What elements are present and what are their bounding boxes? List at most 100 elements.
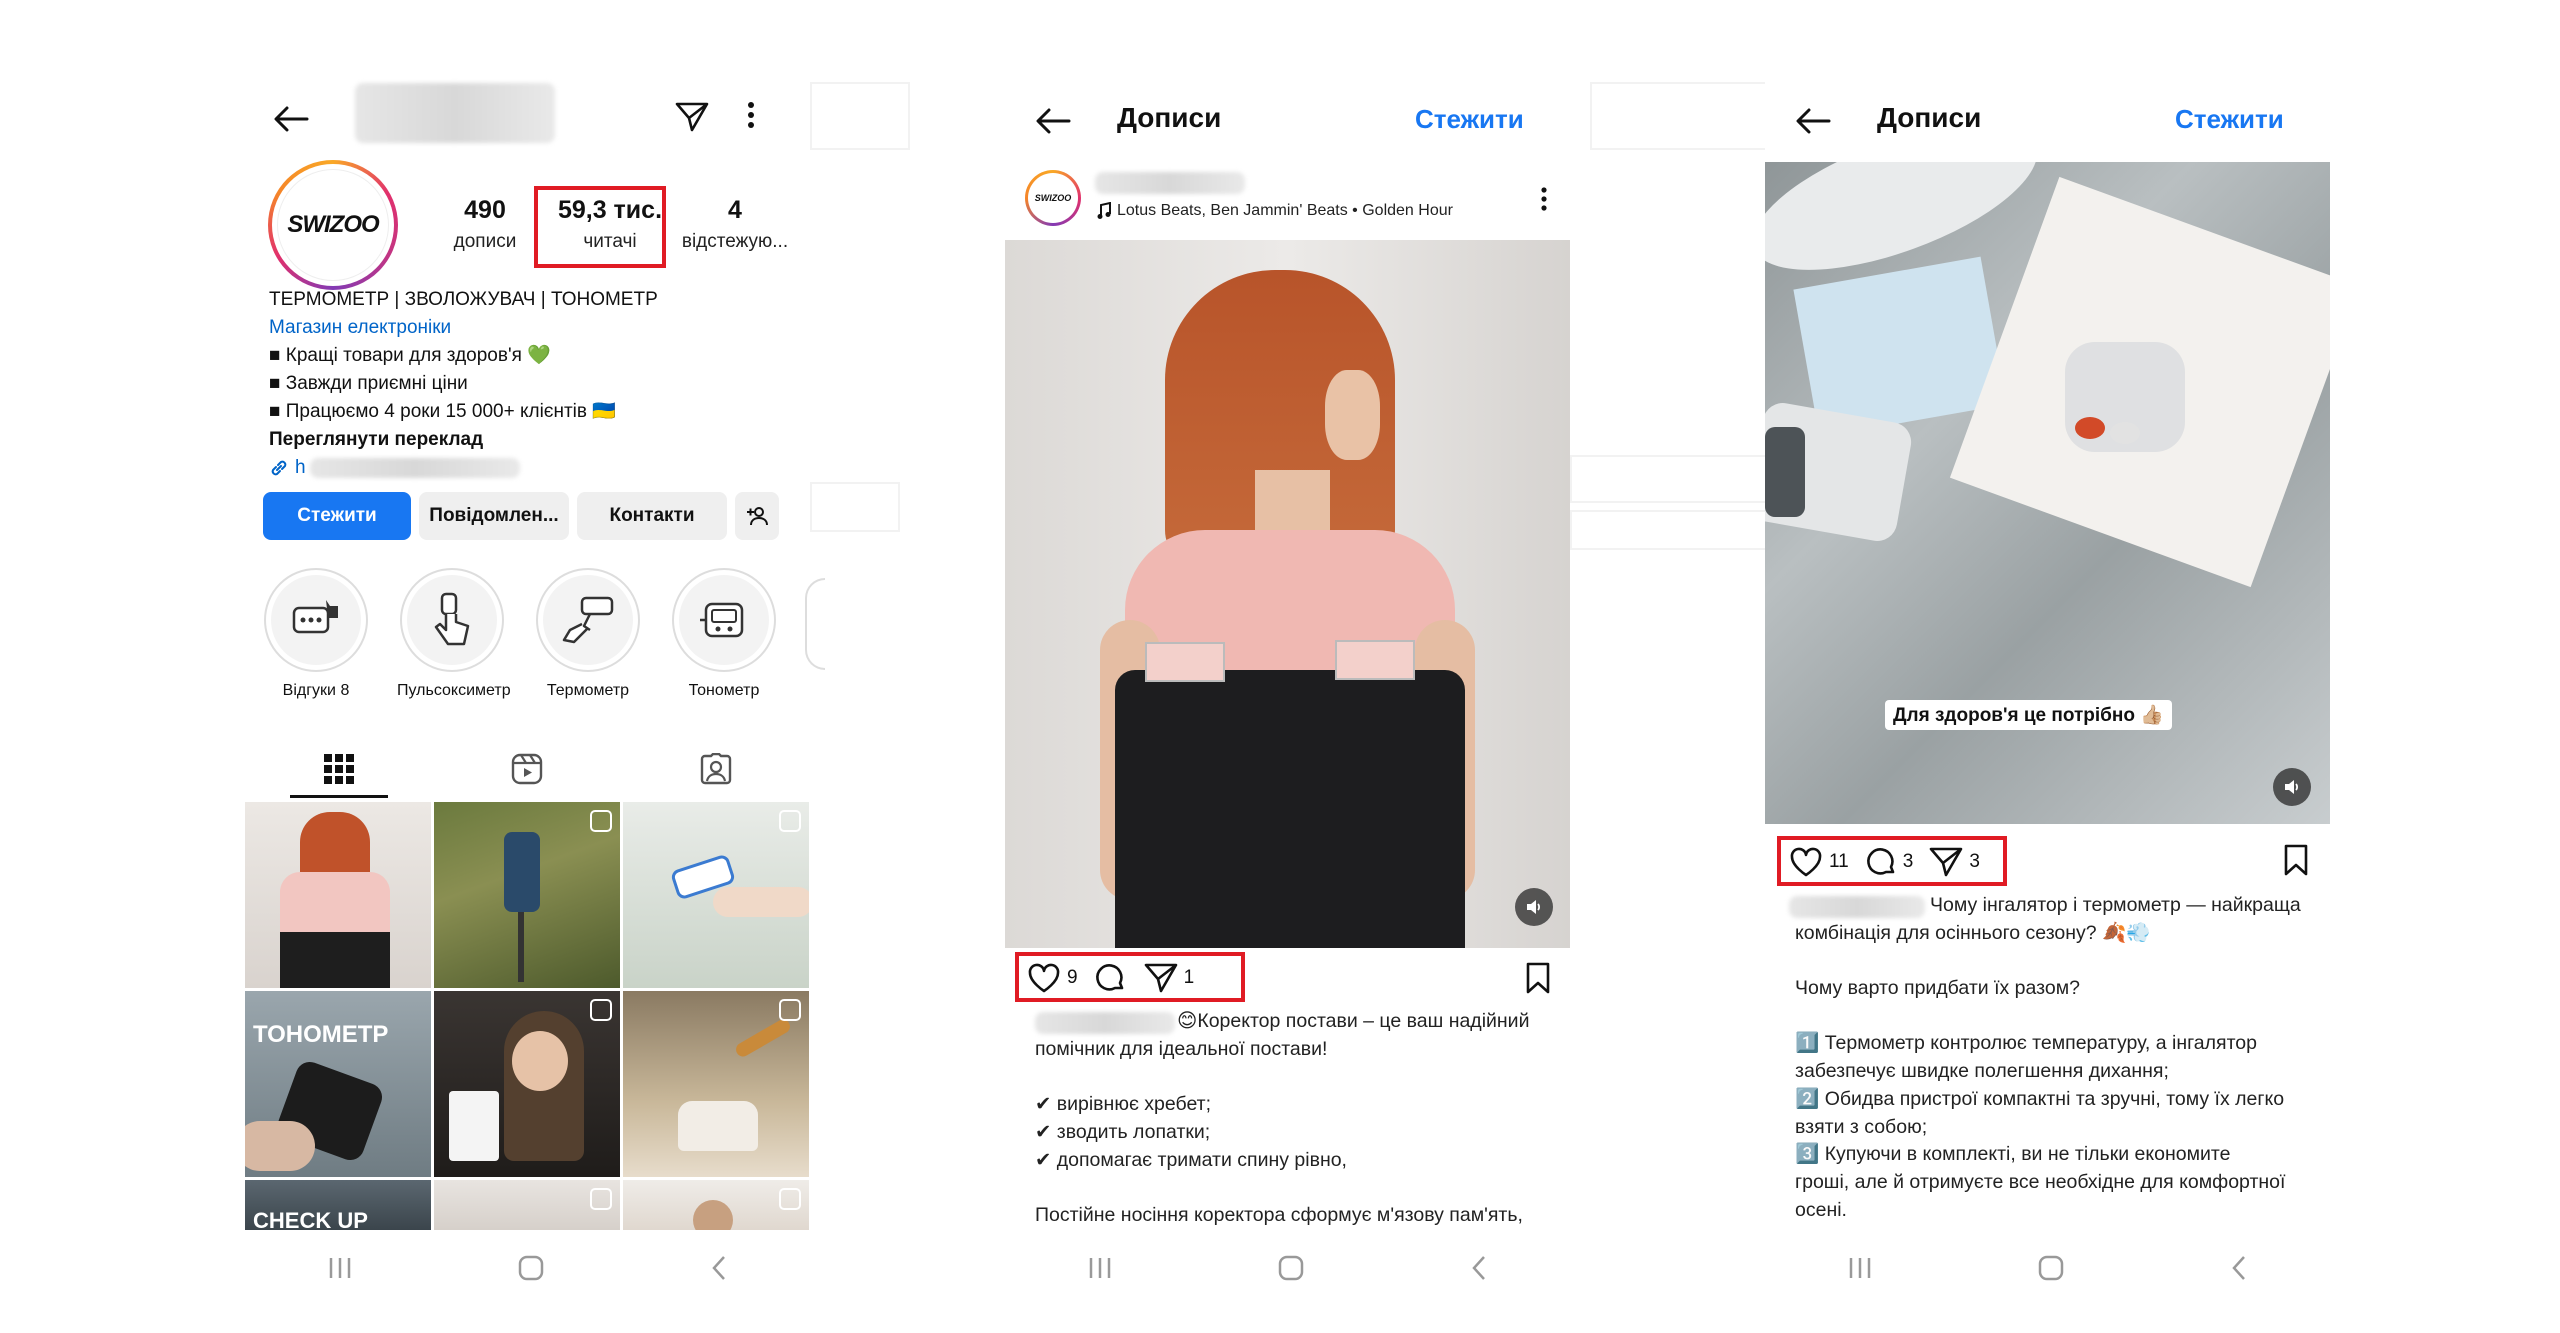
grid-post[interactable]: ТОНОМЕТР xyxy=(245,991,431,1177)
post-author-blurred xyxy=(1095,172,1245,194)
see-translation-link[interactable]: Переглянути переклад xyxy=(269,426,789,454)
highlight-tonometer[interactable]: Тонометр xyxy=(669,568,779,700)
bio-line: ■ Завжди приємні ціни xyxy=(269,373,468,394)
reviews-icon xyxy=(290,596,342,644)
post-screen-inhaler: Дописи Стежити Для здоров'я це потрібно … xyxy=(1765,0,2330,1333)
back-arrow-icon[interactable] xyxy=(1035,108,1071,134)
link-icon xyxy=(269,458,289,478)
reel-badge-icon xyxy=(590,810,612,832)
speaker-icon xyxy=(1525,899,1543,915)
video-text-overlay: Для здоров'я це потрібно 👍🏼 xyxy=(1885,700,2172,730)
add-person-icon xyxy=(745,506,769,526)
highlight-thermometer[interactable]: Термометр xyxy=(533,568,643,700)
stat-posts[interactable]: 490 дописи xyxy=(425,196,545,253)
back-nav-icon[interactable] xyxy=(1471,1255,1487,1281)
post-caption: Чому інгалятор і термометр — найкраща ко… xyxy=(1795,894,2301,1221)
background-card xyxy=(1590,82,1780,150)
page-title: Дописи xyxy=(1117,102,1222,133)
home-icon[interactable] xyxy=(1278,1255,1304,1281)
recent-apps-icon[interactable] xyxy=(328,1257,352,1279)
reel-badge-icon xyxy=(779,1188,801,1210)
stat-following[interactable]: 4 відстежую... xyxy=(675,196,795,253)
grid-post-text: ТОНОМЕТР xyxy=(253,1021,389,1048)
tonometer-icon xyxy=(698,598,750,642)
background-card xyxy=(810,82,910,150)
reel-badge-icon xyxy=(779,999,801,1021)
grid-post[interactable] xyxy=(623,991,809,1177)
android-nav-bar xyxy=(1765,1248,2330,1288)
suggest-people-button[interactable] xyxy=(735,492,779,540)
more-options-icon[interactable] xyxy=(747,102,755,128)
grid-icon xyxy=(324,754,355,784)
profile-screen: SWIZOO 490 дописи 59,3 тис. читачі 4 від… xyxy=(245,0,825,1333)
link-blurred xyxy=(309,458,520,478)
back-arrow-icon[interactable] xyxy=(273,106,309,132)
followers-highlight-box xyxy=(534,186,666,268)
engagement-highlight-box xyxy=(1777,836,2007,886)
background-card xyxy=(1570,510,1770,550)
more-options-icon[interactable] xyxy=(1541,187,1547,211)
post-video[interactable]: Для здоров'я це потрібно 👍🏼 xyxy=(1765,162,2330,824)
engagement-highlight-box xyxy=(1015,952,1245,1002)
highlight-reviews[interactable]: Відгуки 8 xyxy=(261,568,371,700)
follow-button[interactable]: Стежити xyxy=(263,492,411,540)
profile-avatar[interactable]: SWIZOO xyxy=(268,160,398,290)
tab-tagged[interactable] xyxy=(622,740,810,798)
grid-post[interactable] xyxy=(623,802,809,988)
contacts-button[interactable]: Контакти xyxy=(577,492,727,540)
post-caption: 😊Коректор постави – це ваш надійний помі… xyxy=(1035,1010,1530,1226)
grid-post[interactable] xyxy=(623,1180,809,1230)
message-button[interactable]: Повідомлен... xyxy=(419,492,569,540)
home-icon[interactable] xyxy=(2038,1255,2064,1281)
bio-link[interactable]: h xyxy=(269,454,789,482)
back-nav-icon[interactable] xyxy=(2231,1255,2247,1281)
android-nav-bar xyxy=(1005,1248,1570,1288)
bookmark-icon[interactable] xyxy=(2283,844,2309,876)
grid-post[interactable] xyxy=(434,991,620,1177)
highlight-overflow[interactable] xyxy=(805,578,825,670)
tab-posts-grid[interactable] xyxy=(245,740,433,798)
reel-badge-icon xyxy=(590,1188,612,1210)
reel-badge-icon xyxy=(779,810,801,832)
bio-category[interactable]: Магазин електроніки xyxy=(269,314,789,342)
background-card xyxy=(810,482,900,532)
send-icon[interactable] xyxy=(675,102,709,132)
recent-apps-icon[interactable] xyxy=(1848,1257,1872,1279)
bio-line: ■ Працюємо 4 роки 15 000+ клієнтів 🇺🇦 xyxy=(269,401,616,422)
finger-pulse-icon xyxy=(432,592,472,648)
grid-post[interactable] xyxy=(434,802,620,988)
highlight-pulse-oximeter[interactable]: Пульсоксиметр xyxy=(397,568,511,700)
tab-reels[interactable] xyxy=(433,740,621,798)
profile-bio: ТЕРМОМЕТР | ЗВОЛОЖУВАЧ | ТОНОМЕТР Магази… xyxy=(269,286,789,482)
music-note-icon xyxy=(1097,202,1111,220)
bio-line: ■ Кращі товари для здоров'я 💚 xyxy=(269,345,551,366)
back-arrow-icon[interactable] xyxy=(1795,108,1831,134)
profile-header xyxy=(265,83,785,148)
post-image[interactable] xyxy=(1005,240,1570,948)
back-nav-icon[interactable] xyxy=(711,1255,727,1281)
bookmark-icon[interactable] xyxy=(1525,962,1551,994)
story-highlights: Відгуки 8 Пульсоксиметр Термометр Тономе… xyxy=(261,568,779,700)
speaker-icon xyxy=(2283,779,2301,795)
background-card xyxy=(1570,455,1770,503)
avatar-logo-text: SWIZOO xyxy=(287,211,379,238)
grid-post[interactable] xyxy=(434,1180,620,1230)
grid-post[interactable]: CHECK UP xyxy=(245,1180,431,1230)
follow-link[interactable]: Стежити xyxy=(2175,104,2284,135)
grid-post[interactable] xyxy=(245,802,431,988)
profile-action-buttons: Стежити Повідомлен... Контакти xyxy=(263,492,779,540)
grid-post-text: CHECK UP xyxy=(253,1208,368,1230)
post-music[interactable]: Lotus Beats, Ben Jammin' Beats • Golden … xyxy=(1097,202,1453,220)
bio-title: ТЕРМОМЕТР | ЗВОЛОЖУВАЧ | ТОНОМЕТР xyxy=(269,289,658,310)
audio-toggle[interactable] xyxy=(2273,768,2311,806)
post-author-avatar[interactable]: SWIZOO xyxy=(1025,170,1081,226)
tagged-person-icon xyxy=(700,753,732,785)
follow-link[interactable]: Стежити xyxy=(1415,104,1524,135)
recent-apps-icon[interactable] xyxy=(1088,1257,1112,1279)
audio-toggle[interactable] xyxy=(1515,888,1553,926)
post-screen-corrector: Дописи Стежити SWIZOO Lotus Beats, Ben J… xyxy=(1005,0,1570,1333)
reels-icon xyxy=(511,753,543,785)
android-nav-bar xyxy=(245,1248,810,1288)
reel-badge-icon xyxy=(590,999,612,1021)
home-icon[interactable] xyxy=(518,1255,544,1281)
